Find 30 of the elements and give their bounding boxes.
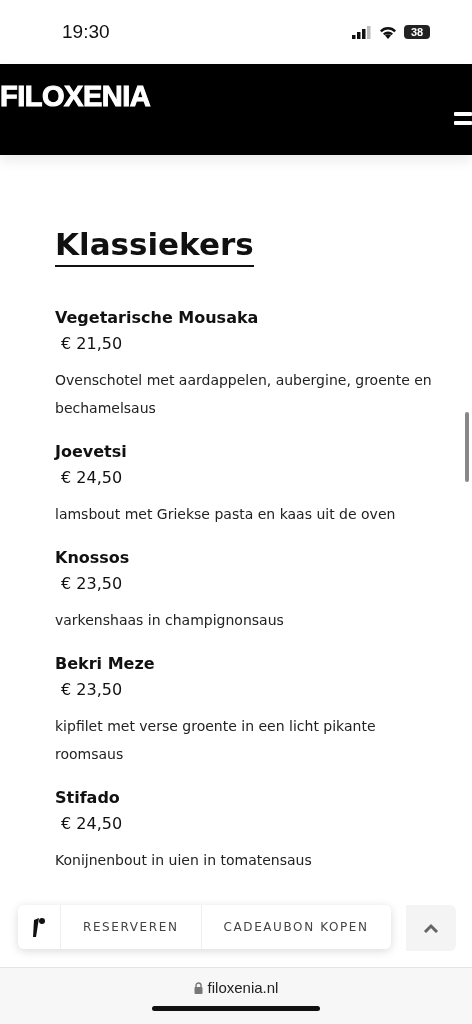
signal-icon bbox=[352, 25, 372, 39]
dish-name: Joevetsi bbox=[55, 441, 128, 463]
battery-level: 38 bbox=[404, 25, 430, 39]
dish-price: € 21,50 bbox=[60, 333, 123, 355]
dish-name: Stifado bbox=[55, 787, 121, 809]
dish-description: kipfilet met verse groente in een licht pikante roomsaus bbox=[55, 717, 377, 764]
scroll-top-button[interactable] bbox=[406, 905, 456, 951]
dish-description: Ovenschotel met aardappelen, aubergine, groente en bechamelsaus bbox=[55, 371, 432, 418]
menu-icon[interactable] bbox=[454, 112, 472, 126]
section-heading: Klassiekers bbox=[55, 225, 254, 267]
dish-description: lamsbout met Griekse pasta en kaas uit de oven bbox=[55, 505, 397, 524]
scrollbar[interactable] bbox=[465, 412, 469, 482]
lock-icon bbox=[193, 981, 203, 994]
dish-price: € 23,50 bbox=[60, 679, 123, 701]
dish-name: Bekri Meze bbox=[55, 653, 156, 675]
chevron-up-icon bbox=[423, 923, 439, 933]
dish-price: € 24,50 bbox=[60, 467, 123, 489]
clock-time: 19:30 bbox=[62, 21, 110, 43]
url-text[interactable]: filoxenia.nl bbox=[207, 979, 279, 996]
dish-description: varkenshaas in champignonsaus bbox=[55, 611, 285, 630]
dish-price: € 23,50 bbox=[60, 573, 123, 595]
site-logo[interactable]: FILOXENIA bbox=[0, 80, 151, 113]
dish-price: € 24,50 bbox=[60, 813, 123, 835]
dish-name: Vegetarische Mousaka bbox=[55, 307, 260, 329]
action-button[interactable]: CADEAUBON KOPEN bbox=[201, 905, 391, 949]
action-button[interactable]: RESERVEREN bbox=[61, 905, 202, 949]
dish-description: Konijnenbout in uien in tomatensaus bbox=[55, 851, 313, 870]
brand-icon bbox=[32, 916, 46, 938]
dish-name: Knossos bbox=[55, 547, 131, 569]
wifi-icon bbox=[379, 25, 397, 39]
